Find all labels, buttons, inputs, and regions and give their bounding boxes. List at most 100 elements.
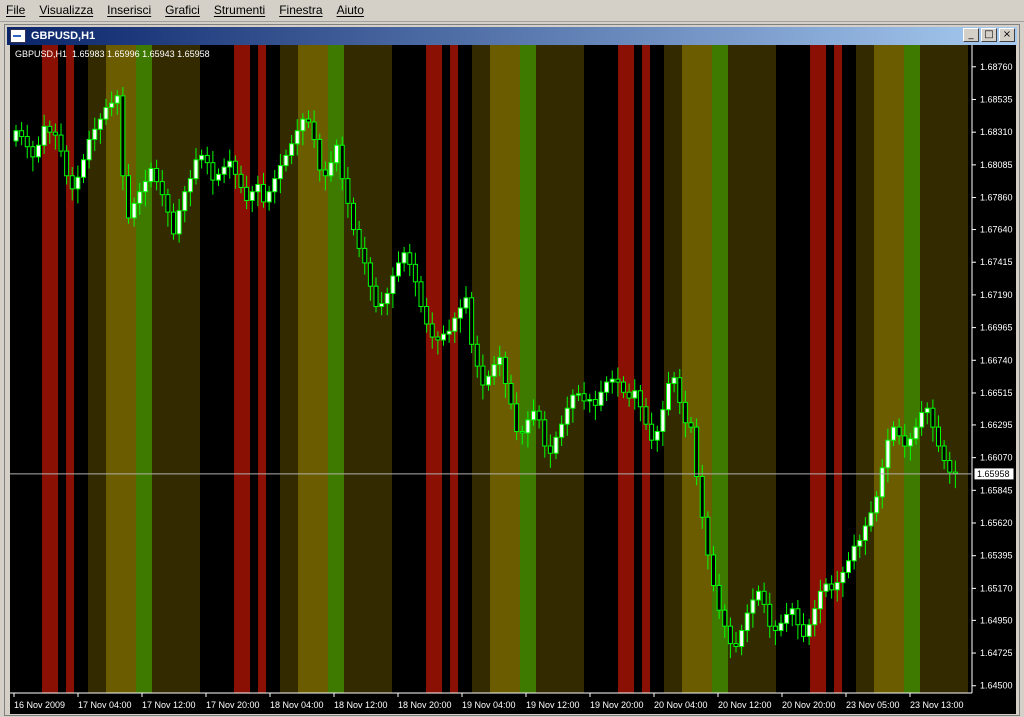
- candle-body: [114, 95, 120, 104]
- candle-body: [390, 275, 396, 294]
- candle-body: [283, 154, 289, 167]
- session-band: [856, 45, 874, 693]
- price-tick-label: 1.67860: [980, 193, 1013, 203]
- candle-body: [643, 406, 649, 425]
- window-controls: _ □ ×: [963, 28, 1015, 42]
- price-tick-label: 1.66070: [980, 453, 1013, 463]
- candle-body: [261, 183, 266, 203]
- candle-body: [817, 590, 823, 610]
- candle-body: [581, 393, 587, 402]
- candle-body: [47, 125, 53, 133]
- candle-body: [930, 407, 936, 428]
- candle-body: [19, 130, 25, 138]
- current-price-label: 1.65958: [977, 469, 1010, 479]
- session-band: [728, 45, 776, 693]
- candle-body: [120, 95, 126, 177]
- session-band: [250, 45, 258, 693]
- candle-body: [418, 281, 424, 308]
- candle-body: [345, 178, 351, 204]
- candle-body: [682, 401, 688, 424]
- candle-body: [671, 377, 677, 385]
- candle-body: [919, 412, 925, 428]
- candle-body: [632, 390, 638, 399]
- time-tick-label: 23 Nov 13:00: [910, 700, 964, 710]
- menu-file[interactable]: File: [0, 0, 33, 21]
- price-tick-label: 1.64950: [980, 615, 1013, 625]
- candle-body: [463, 297, 469, 309]
- session-band: [458, 45, 472, 693]
- candle-body: [469, 297, 475, 345]
- candle-body: [615, 378, 621, 383]
- candle-body: [564, 407, 570, 425]
- session-band: [450, 45, 458, 693]
- candle-body: [384, 292, 390, 305]
- candle-body: [142, 181, 148, 193]
- candle-body: [373, 285, 379, 308]
- close-button[interactable]: ×: [999, 28, 1015, 42]
- candle-body: [300, 118, 306, 132]
- candle-body: [767, 603, 773, 627]
- candle-body: [452, 317, 458, 332]
- candle-body: [362, 247, 368, 264]
- menu-visualizza[interactable]: Visualizza: [33, 0, 101, 21]
- session-bands: [10, 45, 972, 693]
- session-band: [904, 45, 920, 693]
- session-band: [136, 45, 152, 693]
- candle-body: [885, 439, 891, 469]
- candle-body: [576, 393, 581, 396]
- price-tick-label: 1.66295: [980, 420, 1013, 430]
- minimize-button[interactable]: _: [963, 28, 979, 42]
- candle-body: [103, 106, 109, 120]
- candle-body: [666, 383, 671, 411]
- candle-body: [694, 426, 700, 478]
- candle-body: [542, 419, 548, 447]
- chart-svg[interactable]: 1.68760 1.68535 1.68310 1.68085 1.67860 1.676…: [10, 45, 1016, 714]
- session-band: [426, 45, 442, 693]
- session-band: [834, 45, 842, 693]
- candle-body: [424, 306, 430, 325]
- candle-body: [401, 252, 407, 264]
- session-band: [842, 45, 856, 693]
- candle-body: [171, 211, 176, 235]
- candle-body: [952, 471, 958, 475]
- time-tick-label: 19 Nov 20:00: [590, 700, 644, 710]
- candle-body: [244, 186, 250, 201]
- time-tick-label: 17 Nov 20:00: [206, 700, 260, 710]
- candle-body: [289, 143, 295, 156]
- menu-finestra[interactable]: Finestra: [273, 0, 330, 21]
- menu-aiuto[interactable]: Aiuto: [331, 0, 372, 21]
- candle-body: [536, 410, 542, 421]
- candle-body: [379, 303, 385, 308]
- candle-body: [480, 365, 486, 386]
- session-band: [234, 45, 250, 693]
- price-chart[interactable]: 1.68760 1.68535 1.68310 1.68085 1.67860 1.676…: [10, 45, 1016, 714]
- maximize-button[interactable]: □: [981, 28, 997, 42]
- time-tick-label: 19 Nov 12:00: [526, 700, 580, 710]
- candle-body: [604, 381, 610, 393]
- candle-body: [339, 144, 345, 180]
- time-tick-label: 20 Nov 20:00: [782, 700, 836, 710]
- candle-body: [474, 343, 480, 367]
- candle-body: [36, 144, 41, 158]
- candle-body: [182, 191, 188, 212]
- candle-body: [446, 330, 452, 335]
- candle-body: [913, 426, 919, 440]
- price-tick-label: 1.64725: [980, 648, 1013, 658]
- candle-body: [199, 154, 205, 161]
- candle-body: [508, 383, 514, 405]
- session-band: [442, 45, 450, 693]
- candle-body: [75, 176, 81, 190]
- candle-body: [216, 173, 221, 181]
- candle-body: [559, 423, 565, 438]
- price-tick-label: 1.66965: [980, 323, 1013, 333]
- chart-titlebar[interactable]: GBPUSD,H1 _ □ ×: [7, 27, 1017, 45]
- time-tick-label: 20 Nov 12:00: [718, 700, 772, 710]
- price-tick-label: 1.68760: [980, 62, 1013, 72]
- menu-inserisci[interactable]: Inserisci: [101, 0, 159, 21]
- chart-info-line: GBPUSD,H1 1.65983 1.65996 1.65943 1.6595…: [15, 49, 210, 59]
- candle-body: [30, 146, 36, 158]
- menu-grafici[interactable]: Grafici: [159, 0, 208, 21]
- menu-strumenti[interactable]: Strumenti: [208, 0, 273, 21]
- candle-body: [396, 262, 401, 277]
- candle-body: [947, 460, 953, 473]
